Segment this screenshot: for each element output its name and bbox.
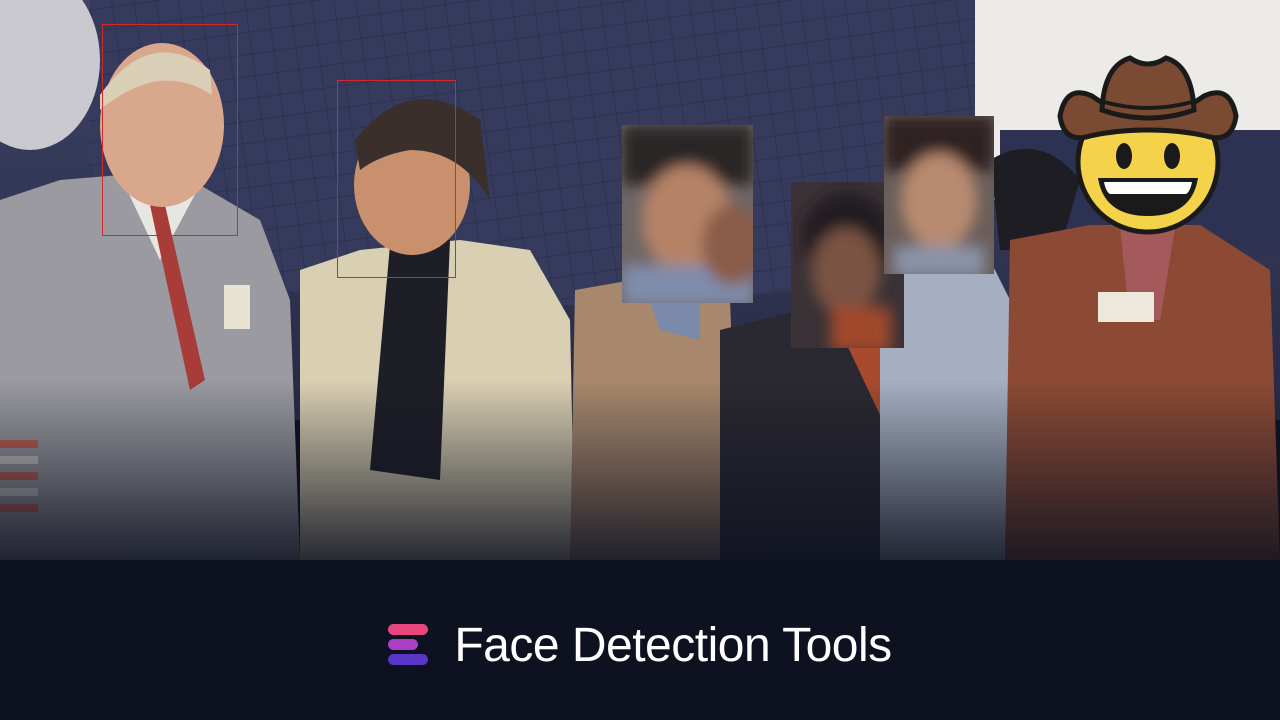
face-box-1	[102, 24, 238, 236]
page-title: Face Detection Tools	[454, 618, 892, 672]
pixelated-face-5	[884, 116, 994, 274]
face-box-2	[337, 80, 456, 278]
stacked-bars-logo-icon	[388, 624, 429, 666]
cowboy-hat-face-icon	[1056, 44, 1240, 236]
pixelated-face-3	[622, 125, 753, 303]
title-banner: Face Detection Tools	[0, 600, 1280, 690]
face-blur-5	[884, 116, 994, 274]
face-blur-3	[622, 125, 753, 303]
